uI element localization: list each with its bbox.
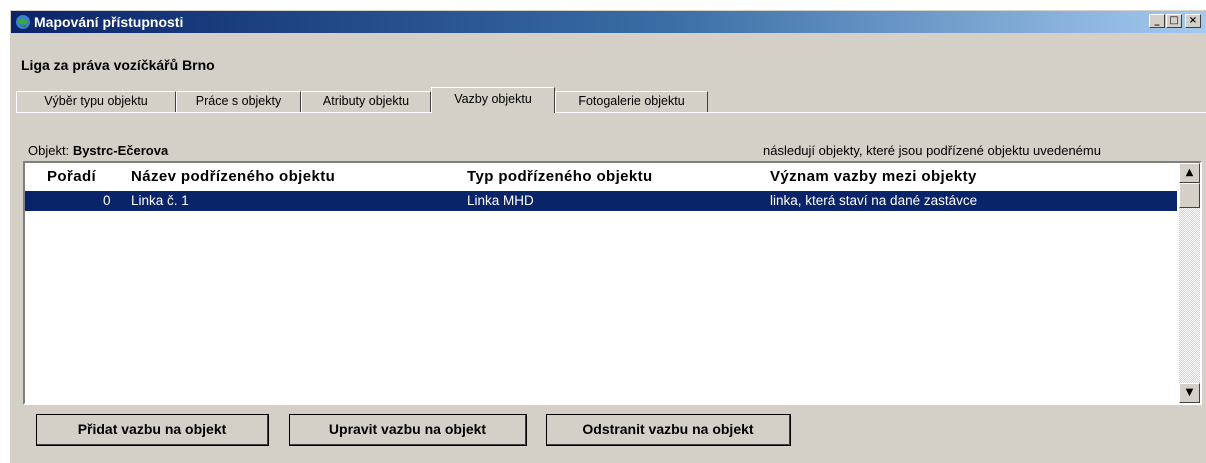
object-label: Objekt: xyxy=(28,143,70,158)
window-title: Mapování přístupnosti xyxy=(34,14,184,30)
row-order: 0 xyxy=(103,193,111,208)
column-meaning[interactable]: Význam vazby mezi objekty xyxy=(770,168,977,185)
column-order[interactable]: Pořadí xyxy=(47,168,96,185)
scroll-thumb[interactable] xyxy=(1179,183,1200,208)
tab-photogallery[interactable]: Fotogalerie objektu xyxy=(555,91,708,112)
organization-name: Liga za práva vozíčkářů Brno xyxy=(21,57,215,73)
object-label-row: Objekt: Bystrc-Ečerova xyxy=(28,143,168,158)
object-name: Bystrc-Ečerova xyxy=(72,143,169,158)
tab-objects[interactable]: Práce s objekty xyxy=(176,91,301,112)
title-bar[interactable]: Mapování přístupnosti _ □ × xyxy=(11,11,1206,33)
tab-divider xyxy=(16,112,1206,113)
tab-attributes[interactable]: Atributy objektu xyxy=(301,91,431,112)
relations-list[interactable]: Pořadí Název podřízeného objektu Typ pod… xyxy=(23,161,1202,405)
scroll-down-button[interactable]: ▼ xyxy=(1179,383,1200,403)
edit-relation-button[interactable]: Upravit vazbu na objekt xyxy=(289,414,527,446)
add-relation-button[interactable]: Přidat vazbu na objekt xyxy=(36,414,269,446)
column-type[interactable]: Typ podřízeného objektu xyxy=(467,168,653,185)
list-header: Pořadí Název podřízeného objektu Typ pod… xyxy=(25,165,1175,187)
vertical-scrollbar[interactable]: ▲ ▼ xyxy=(1179,163,1200,403)
tab-relations[interactable]: Vazby objektu xyxy=(431,87,555,113)
tab-object-type[interactable]: Výběr typu objektu xyxy=(16,91,176,112)
globe-icon xyxy=(16,15,30,29)
minimize-button[interactable]: _ xyxy=(1149,14,1165,28)
maximize-button[interactable]: □ xyxy=(1166,14,1182,28)
column-name[interactable]: Název podřízeného objektu xyxy=(131,168,335,185)
app-window: Mapování přístupnosti _ □ × Liga za práv… xyxy=(10,10,1206,463)
scroll-up-button[interactable]: ▲ xyxy=(1179,163,1200,183)
row-type: Linka MHD xyxy=(467,193,534,208)
row-name: Linka č. 1 xyxy=(131,193,189,208)
remove-relation-button[interactable]: Odstranit vazbu na objekt xyxy=(546,414,791,446)
object-hint: následují objekty, které jsou podřízené … xyxy=(763,143,1101,158)
row-meaning: linka, která staví na dané zastávce xyxy=(770,193,978,208)
table-row[interactable]: 0 Linka č. 1 Linka MHD linka, která stav… xyxy=(25,191,1177,211)
close-button[interactable]: × xyxy=(1185,14,1201,28)
